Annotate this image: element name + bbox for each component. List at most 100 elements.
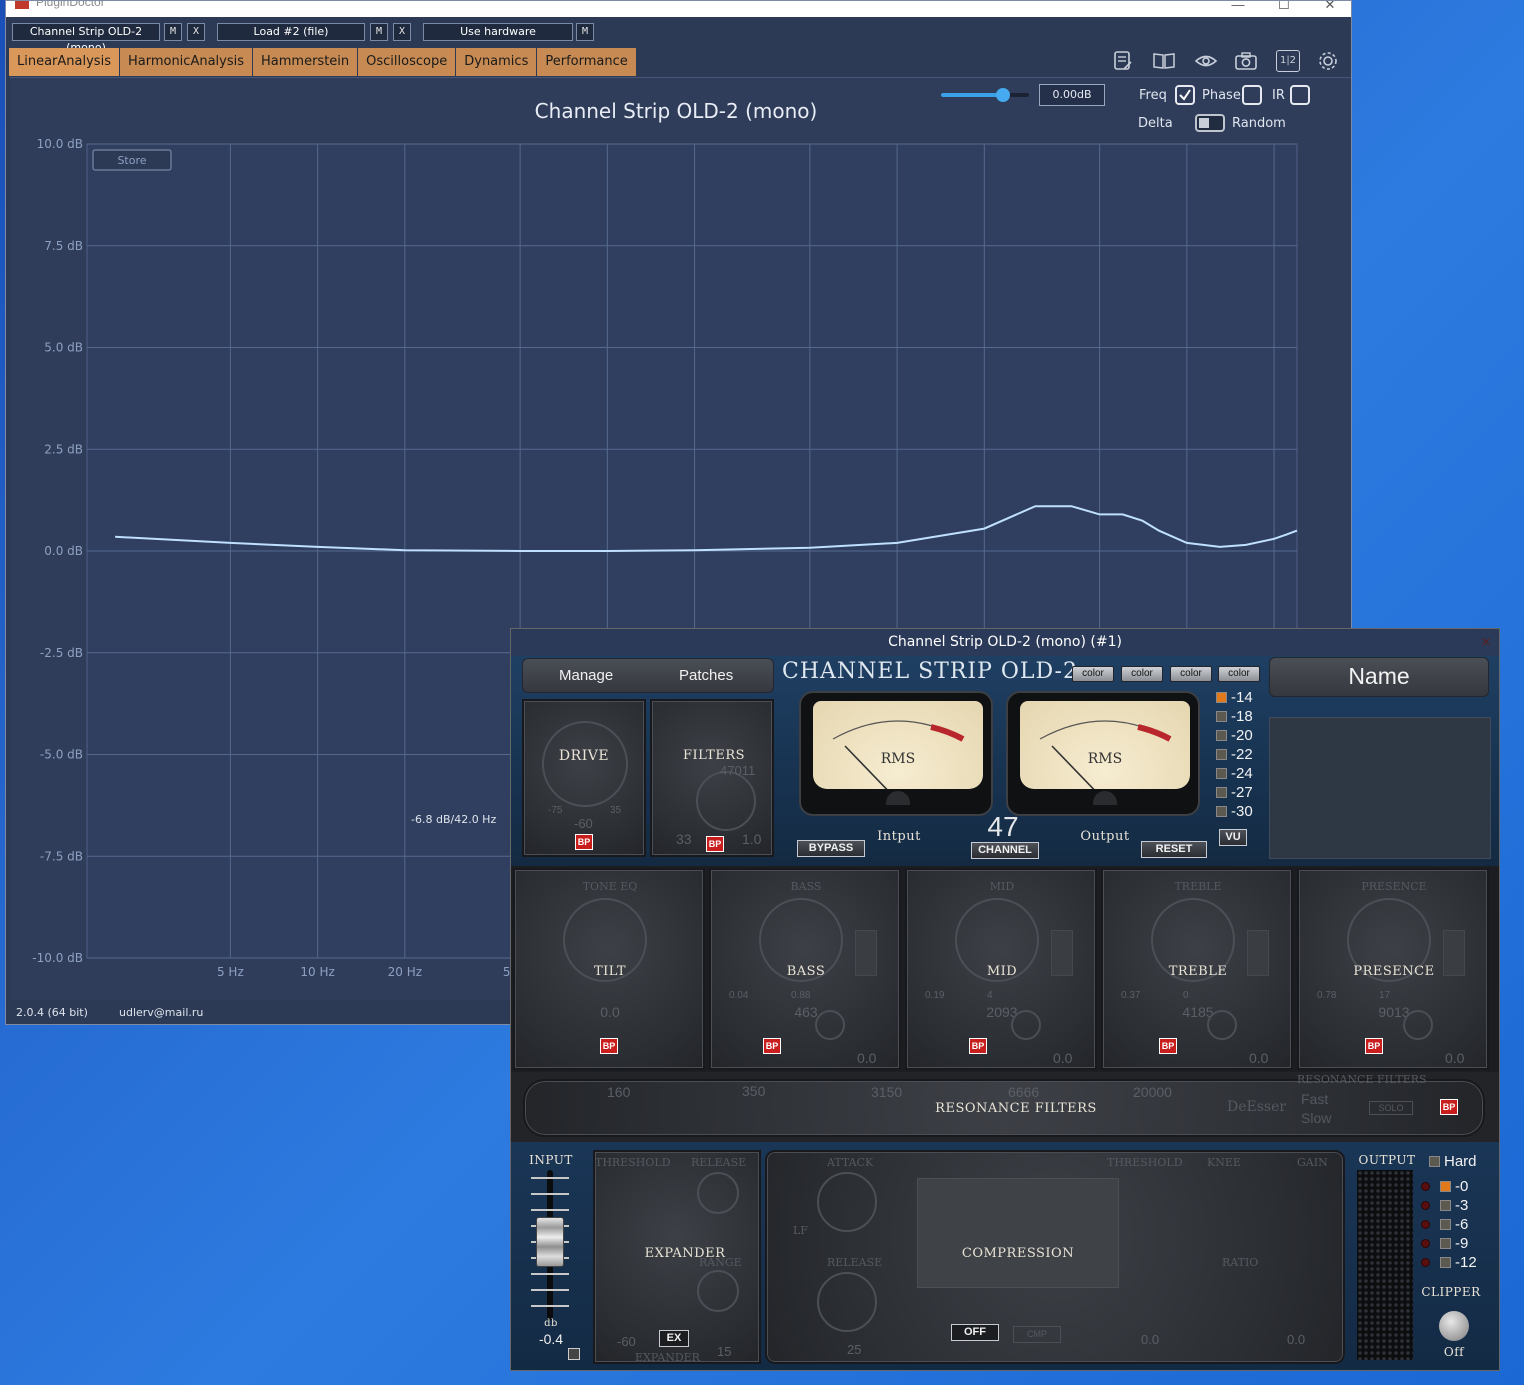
eq-ghost-max: 0.88 (791, 990, 811, 1001)
level-option[interactable]: -30 (1216, 803, 1253, 820)
eq-gain-knob[interactable] (1207, 1010, 1237, 1040)
patch-name-label[interactable]: Name (1269, 663, 1489, 690)
gain-value-field[interactable]: 0.00dB (1039, 84, 1105, 106)
attack-knob[interactable] (817, 1172, 877, 1232)
plugin-mono-button[interactable]: M (164, 23, 182, 41)
camera-icon[interactable] (1234, 50, 1258, 72)
eq-ghost-title: TONE EQ (582, 880, 638, 893)
hard-option[interactable]: Hard (1429, 1153, 1477, 1170)
eq-bp-button[interactable]: BP (1365, 1038, 1383, 1054)
plugin-remove-button[interactable]: X (187, 23, 205, 41)
eq-bp-button[interactable]: BP (1159, 1038, 1177, 1054)
filters-knob[interactable] (696, 771, 756, 831)
clip-level-option[interactable]: -12 (1421, 1254, 1477, 1271)
eq-bp-button[interactable]: BP (763, 1038, 781, 1054)
ir-checkbox[interactable] (1290, 85, 1310, 105)
patches-button[interactable]: Patches (679, 667, 733, 684)
clipper-toggle[interactable] (1439, 1311, 1469, 1341)
app-logo-icon (15, 1, 29, 9)
plugin-close-icon[interactable]: ✕ (1481, 635, 1491, 649)
clip-level-option[interactable]: -9 (1421, 1235, 1468, 1252)
input-fader-handle[interactable] (536, 1217, 564, 1267)
tab-oscilloscope[interactable]: Oscilloscope (358, 48, 457, 76)
tab-hammerstein[interactable]: Hammerstein (253, 48, 359, 76)
eq-band-fader[interactable] (855, 930, 877, 976)
hardware-selector[interactable]: Use hardware (423, 23, 573, 41)
expander-release-knob[interactable] (697, 1172, 739, 1214)
notes-icon[interactable] (1111, 50, 1135, 72)
close-icon[interactable]: ✕ (1307, 1, 1351, 15)
cmp-button[interactable]: CMP (1013, 1326, 1061, 1343)
eq-bp-button[interactable]: BP (600, 1038, 618, 1054)
tab-dynamics[interactable]: Dynamics (456, 48, 538, 76)
clip-level-label: -12 (1455, 1254, 1477, 1271)
clip-level-option[interactable]: -0 (1421, 1178, 1468, 1195)
vu-button[interactable]: VU (1219, 829, 1247, 846)
plugin-selector[interactable]: Channel Strip OLD-2 (mono) (12, 23, 160, 54)
solo-button[interactable]: SOLO (1369, 1101, 1413, 1115)
phase-checkbox[interactable] (1242, 85, 1262, 105)
gear-icon[interactable] (1316, 50, 1340, 72)
tab-linear-analysis[interactable]: LinearAnalysis (9, 48, 120, 76)
level-option[interactable]: -27 (1216, 784, 1253, 801)
expander-range-knob[interactable] (697, 1270, 739, 1312)
color-button-4[interactable]: color (1218, 666, 1260, 682)
split-icon[interactable]: 1|2 (1276, 50, 1300, 72)
delta-random-toggle[interactable] (1195, 114, 1225, 132)
eq-gain-knob[interactable] (1011, 1010, 1041, 1040)
level-option[interactable]: -24 (1216, 765, 1253, 782)
slow-option[interactable]: Slow (1301, 1110, 1331, 1126)
x-tick-label: 20 Hz (388, 965, 422, 979)
maximize-icon[interactable]: ☐ (1261, 1, 1307, 15)
load-remove-button[interactable]: X (393, 23, 411, 41)
freq-checkbox[interactable] (1175, 85, 1195, 105)
bypass-button[interactable]: BYPASS (797, 840, 865, 857)
drive-bp-button[interactable]: BP (575, 834, 593, 850)
eq-band-fader[interactable] (1051, 930, 1073, 976)
ex-button[interactable]: EX (659, 1330, 689, 1347)
filters-bp-button[interactable]: BP (706, 836, 724, 852)
resonance-bp-button[interactable]: BP (1440, 1099, 1458, 1115)
color-button-2[interactable]: color (1121, 666, 1163, 682)
eq-gain-knob[interactable] (815, 1010, 845, 1040)
filters-panel: FILTERS 47011 33 1.0 BP (650, 699, 774, 857)
load-selector[interactable]: Load #2 (file) (217, 23, 365, 41)
level-option[interactable]: -20 (1216, 727, 1253, 744)
eq-band-fader[interactable] (1247, 930, 1269, 976)
hard-checkbox[interactable] (1429, 1156, 1440, 1167)
tab-performance[interactable]: Performance (537, 48, 637, 76)
release-knob[interactable] (817, 1272, 877, 1332)
channel-number: 47 (987, 811, 1019, 842)
manage-button[interactable]: Manage (559, 667, 613, 684)
load-mono-button[interactable]: M (370, 23, 388, 41)
y-tick-label: -10.0 dB (32, 951, 83, 965)
link-icon[interactable] (568, 1348, 580, 1360)
level-option[interactable]: -14 (1216, 689, 1253, 706)
compression-off-button[interactable]: OFF (951, 1324, 999, 1341)
color-button-1[interactable]: color (1072, 666, 1114, 682)
tab-harmonic-analysis[interactable]: HarmonicAnalysis (119, 48, 254, 76)
hardware-mono-button[interactable]: M (576, 23, 594, 41)
gain-slider[interactable] (941, 88, 1029, 102)
book-icon[interactable] (1152, 50, 1176, 72)
eq-band-fader[interactable] (1443, 930, 1465, 976)
minimize-icon[interactable]: — (1215, 1, 1261, 15)
eq-gain-knob[interactable] (1403, 1010, 1433, 1040)
channel-button[interactable]: CHANNEL (971, 842, 1039, 859)
clip-level-option[interactable]: -3 (1421, 1197, 1468, 1214)
level-option[interactable]: -22 (1216, 746, 1253, 763)
hard-label: Hard (1444, 1153, 1477, 1170)
clip-level-option[interactable]: -6 (1421, 1216, 1468, 1233)
delta-label: Delta (1138, 116, 1173, 131)
fast-option[interactable]: Fast (1301, 1091, 1328, 1107)
reset-button[interactable]: RESET (1141, 841, 1207, 858)
color-button-3[interactable]: color (1170, 666, 1212, 682)
eye-icon[interactable] (1194, 50, 1218, 72)
store-button-label[interactable]: Store (117, 154, 146, 167)
expander-label: EXPANDER (644, 1246, 726, 1261)
clip-level-led (1440, 1181, 1451, 1192)
level-option[interactable]: -18 (1216, 708, 1253, 725)
patch-display (1269, 717, 1491, 859)
eq-bp-button[interactable]: BP (969, 1038, 987, 1054)
drive-knob[interactable] (542, 721, 628, 807)
